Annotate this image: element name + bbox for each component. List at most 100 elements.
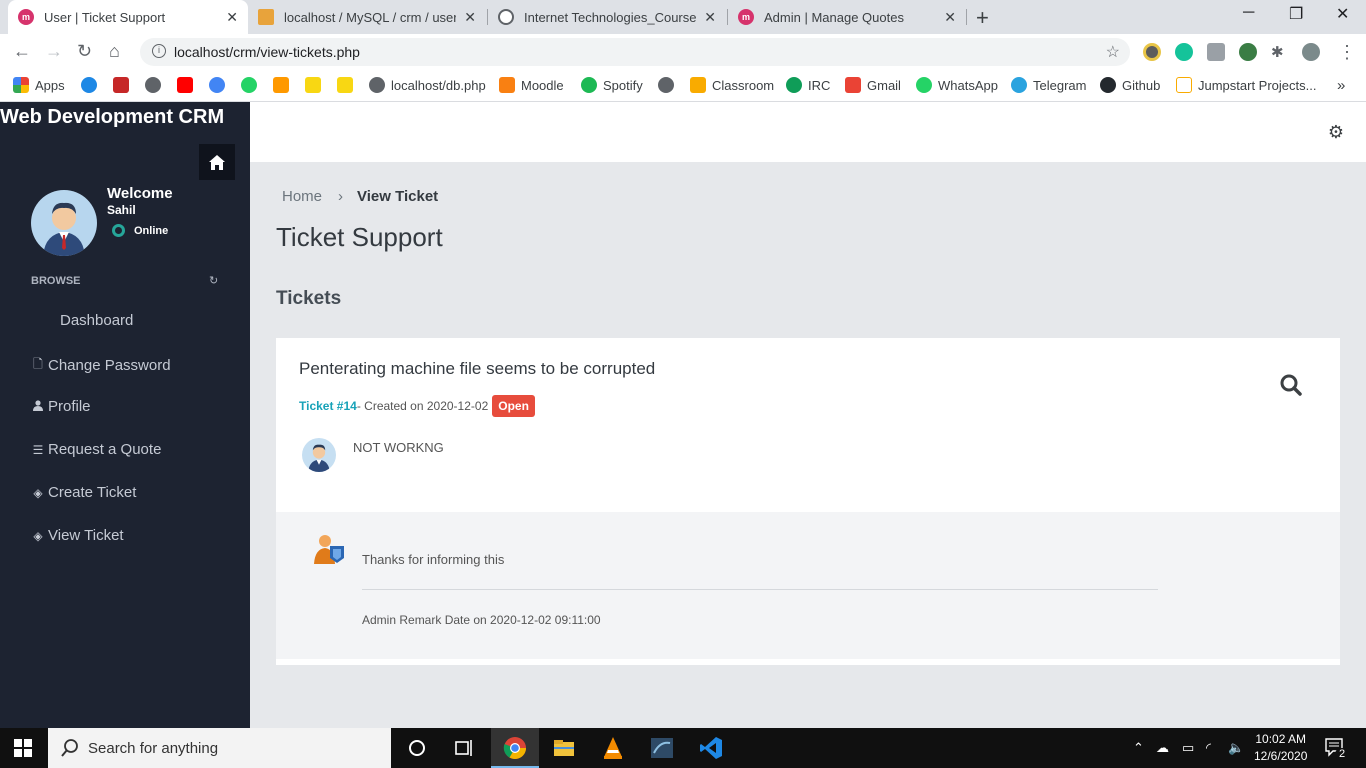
extension-icon[interactable]: [1207, 43, 1225, 61]
new-tab-button[interactable]: +: [976, 5, 989, 31]
tab-phpmyadmin[interactable]: localhost / MySQL / crm / user | p ✕: [248, 0, 486, 34]
status-badge: Open: [492, 395, 535, 417]
classroom-icon: [690, 77, 706, 93]
home-button[interactable]: [199, 144, 235, 180]
gear-icon[interactable]: ⚙: [1328, 122, 1344, 143]
restore-button[interactable]: ❐: [1289, 4, 1303, 24]
mysql-workbench-icon[interactable]: [650, 736, 674, 760]
ticket-number-link[interactable]: Ticket #14: [299, 399, 357, 413]
bookmark-icon[interactable]: [113, 77, 135, 93]
ticket-card: Penterating machine file seems to be cor…: [276, 338, 1340, 665]
bookmark-apps[interactable]: Apps: [13, 77, 65, 93]
volume-icon[interactable]: 🔈: [1228, 740, 1244, 756]
tab-manage-quotes[interactable]: m Admin | Manage Quotes ✕: [728, 0, 966, 34]
user-icon: [31, 399, 45, 414]
bookmark-classroom[interactable]: Classroom: [690, 77, 774, 93]
bookmark-jumpstart[interactable]: Jumpstart Projects...: [1176, 77, 1316, 93]
profile-avatar[interactable]: [1302, 43, 1320, 61]
bookmark-whatsapp[interactable]: WhatsApp: [916, 77, 998, 93]
sidebar-item-view-ticket[interactable]: ◈ View Ticket: [31, 527, 123, 544]
ticket-title: Penterating machine file seems to be cor…: [299, 359, 656, 378]
bookmark-icon[interactable]: [145, 77, 167, 93]
moodle-icon: [499, 77, 515, 93]
chrome-icon[interactable]: [503, 736, 527, 760]
tab-title: User | Ticket Support: [44, 9, 166, 25]
vlc-icon[interactable]: [601, 736, 625, 760]
whatsapp-icon[interactable]: [241, 77, 263, 93]
notification-count: 2: [1335, 748, 1349, 760]
main-content: Home › View Ticket Ticket Support Ticket…: [250, 162, 1366, 728]
wifi-icon[interactable]: ◜: [1206, 740, 1211, 756]
bookmark-label: IRC: [808, 77, 831, 93]
cortana-icon[interactable]: [405, 736, 429, 760]
info-icon[interactable]: i: [152, 44, 166, 58]
file-explorer-icon[interactable]: [552, 736, 576, 760]
extension-icon[interactable]: [1239, 43, 1257, 61]
breadcrumb-home[interactable]: Home: [282, 188, 322, 205]
windows-taskbar: Search for anything ⌃ ☁ ▭ ◜ 🔈 10:02 AM 1…: [0, 728, 1366, 768]
task-view-icon[interactable]: [452, 736, 476, 760]
browse-section-label: BROWSE: [31, 275, 81, 287]
puzzle-icon[interactable]: ✱: [1271, 43, 1289, 61]
bookmark-moodle[interactable]: Moodle: [499, 77, 564, 93]
close-tab-icon[interactable]: ✕: [226, 9, 238, 26]
refresh-icon[interactable]: ↻: [209, 274, 218, 287]
sidebar-item-create-ticket[interactable]: ◈ Create Ticket: [31, 484, 136, 501]
home-icon[interactable]: ⌂: [109, 41, 120, 62]
taskbar-search-input[interactable]: Search for anything: [48, 728, 391, 768]
bookmark-label: Apps: [35, 77, 65, 93]
amazon-icon[interactable]: [273, 77, 295, 93]
reload-icon[interactable]: ↻: [77, 41, 92, 62]
bookmark-label: Moodle: [521, 77, 564, 93]
windows-start-icon[interactable]: [14, 739, 32, 762]
header-bar: ⚙: [250, 102, 1366, 162]
grammarly-icon[interactable]: [1175, 43, 1193, 61]
section-title: Tickets: [276, 288, 342, 309]
bookmark-spotify[interactable]: Spotify: [581, 77, 643, 93]
sidebar-item-dashboard[interactable]: Dashboard: [60, 312, 133, 329]
bookmark-github[interactable]: Github: [1100, 77, 1160, 93]
list-icon: ☰: [32, 442, 44, 457]
bookmark-label: Gmail: [867, 77, 901, 93]
close-tab-icon[interactable]: ✕: [704, 9, 716, 26]
close-tab-icon[interactable]: ✕: [944, 9, 956, 26]
youtube-icon[interactable]: [177, 77, 199, 93]
cloud-icon[interactable]: ☁: [1156, 740, 1169, 756]
globe-icon[interactable]: [658, 77, 680, 93]
globe-icon: [369, 77, 385, 93]
tab-ticket-support[interactable]: m User | Ticket Support ✕: [8, 0, 248, 34]
flipkart-icon[interactable]: [337, 77, 359, 93]
bookmark-star-icon[interactable]: ☆: [1106, 42, 1120, 62]
user-avatar: [31, 190, 97, 256]
battery-icon[interactable]: ▭: [1182, 740, 1194, 756]
bookmark-localhost-db[interactable]: localhost/db.php: [369, 77, 486, 93]
minimize-button[interactable]: ─: [1243, 4, 1254, 22]
bookmark-gmail[interactable]: Gmail: [845, 77, 901, 93]
bookmark-icon[interactable]: [81, 77, 103, 93]
vscode-icon[interactable]: [699, 736, 723, 760]
bookmark-label: WhatsApp: [938, 77, 998, 93]
ticket-created: - Created on 2020-12-02: [356, 399, 489, 413]
telegram-icon: [1011, 77, 1027, 93]
menu-dots-icon[interactable]: ⋮: [1338, 42, 1356, 63]
sidebar-item-change-password[interactable]: 🗋 Change Password: [31, 355, 170, 376]
sidebar-item-label: Dashboard: [60, 312, 134, 329]
sidebar-item-request-quote[interactable]: ☰ Request a Quote: [31, 441, 162, 458]
sidebar-item-profile[interactable]: Profile: [31, 398, 91, 415]
address-bar[interactable]: i localhost/crm/view-tickets.php ☆: [140, 38, 1130, 66]
bookmarks-overflow-icon[interactable]: »: [1337, 77, 1345, 94]
back-arrow-icon[interactable]: ←: [13, 41, 31, 62]
chevron-up-icon[interactable]: ⌃: [1133, 740, 1144, 756]
taskbar-clock[interactable]: 10:02 AM 12/6/2020: [1254, 731, 1307, 765]
close-tab-icon[interactable]: ✕: [464, 9, 476, 26]
bookmark-telegram[interactable]: Telegram: [1011, 77, 1086, 93]
google-icon[interactable]: [209, 77, 231, 93]
extension-icon[interactable]: [1143, 43, 1161, 61]
bookmark-irc[interactable]: IRC: [786, 77, 830, 93]
apps-grid-icon: [13, 77, 29, 93]
close-window-button[interactable]: ✕: [1336, 4, 1349, 24]
search-icon[interactable]: [1280, 374, 1302, 401]
tab-course-evaluation[interactable]: Internet Technologies_Course Eva ✕: [488, 0, 726, 34]
forward-arrow-icon[interactable]: →: [45, 41, 63, 62]
flipkart-icon[interactable]: [305, 77, 327, 93]
